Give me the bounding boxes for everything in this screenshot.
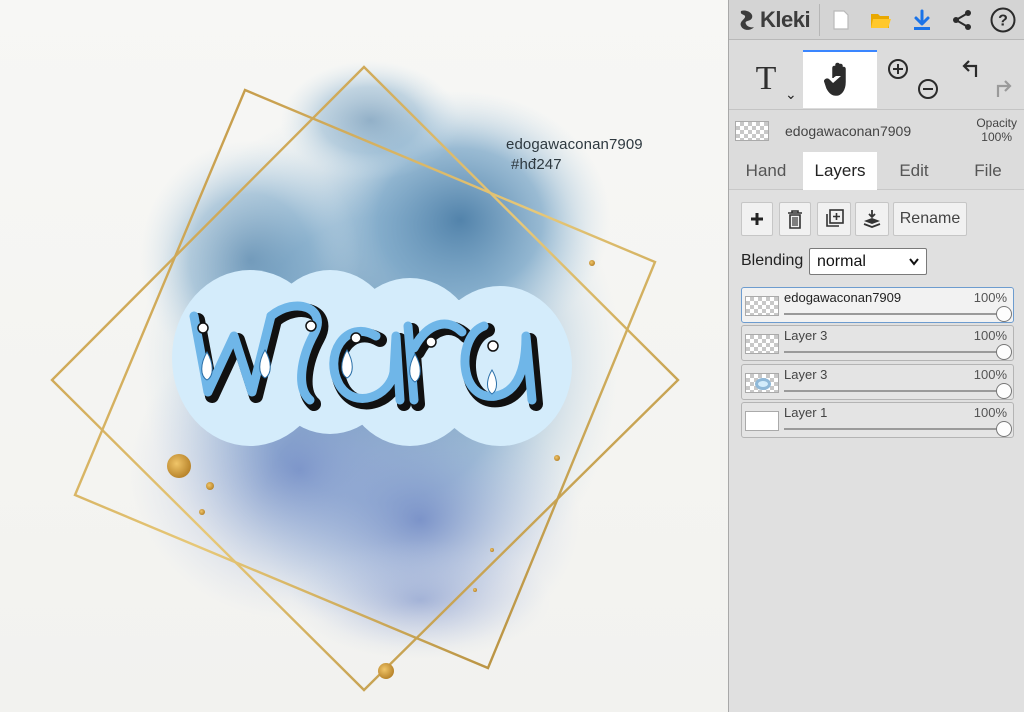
slider-knob[interactable]: [996, 344, 1012, 360]
kleki-app: edogawaconan7909 #hđ247 Kleki ? T ⌄ edog…: [0, 0, 1024, 712]
layer-name: Layer 3: [784, 328, 828, 343]
layer-name: Layer 1: [784, 405, 828, 420]
tab-edit[interactable]: Edit: [877, 152, 951, 190]
merge-down-button[interactable]: [855, 202, 889, 236]
merge-down-icon: [863, 210, 881, 228]
layer-opacity-slider[interactable]: [784, 344, 1012, 360]
layer-thumbnail: [745, 334, 779, 354]
redo-button[interactable]: [991, 78, 1013, 105]
slider-knob[interactable]: [996, 421, 1012, 437]
hand-icon: [824, 62, 846, 96]
blending-label: Blending: [741, 252, 804, 269]
layer-row[interactable]: Layer 3 100%: [741, 364, 1014, 400]
zoom-out-icon: [918, 79, 938, 99]
layer-opacity-slider[interactable]: [784, 421, 1012, 437]
opacity-label: Opacity: [976, 116, 1017, 130]
svg-text:?: ?: [998, 13, 1008, 30]
plus-icon: [751, 213, 763, 225]
canvas-caption-username: edogawaconan7909: [506, 136, 643, 153]
word-sticker: [172, 270, 572, 446]
blending-value: normal: [817, 253, 866, 270]
layer-opacity: 100%: [973, 328, 1007, 343]
trash-icon: [788, 210, 802, 229]
zoom-out-button[interactable]: [917, 78, 939, 105]
layer-opacity: 100%: [973, 290, 1007, 305]
open-file-button[interactable]: [863, 4, 899, 36]
layer-thumbnail-art: [755, 378, 771, 390]
zoom-in-icon: [888, 59, 908, 79]
layers-panel: Rename Blending normal edogawaconan7909 …: [729, 190, 1024, 712]
folder-icon: [871, 14, 891, 28]
layer-opacity-slider[interactable]: [784, 306, 1012, 322]
layer-row[interactable]: edogawaconan7909 100%: [741, 287, 1014, 323]
layer-name: edogawaconan7909: [784, 290, 902, 305]
hand-tool-button[interactable]: [803, 50, 877, 108]
opacity-value: 100%: [981, 130, 1012, 144]
layer-row[interactable]: Layer 3 100%: [741, 325, 1014, 361]
current-layer-thumbnail: [735, 121, 769, 141]
delete-layer-button[interactable]: [779, 202, 811, 236]
layer-thumbnail: [745, 296, 779, 316]
tab-hand[interactable]: Hand: [729, 152, 803, 190]
layer-thumbnail: [745, 411, 779, 431]
redo-icon: [996, 80, 1012, 97]
current-layer-opacity: Opacity 100%: [976, 116, 1017, 144]
undo-icon: [962, 60, 978, 77]
tab-file[interactable]: File: [951, 152, 1024, 190]
kleki-logo-icon: [740, 10, 754, 30]
layer-row[interactable]: Layer 1 100%: [741, 402, 1014, 438]
download-icon: [914, 9, 930, 30]
canvas-artwork: [50, 60, 680, 692]
chevron-down-icon: [909, 258, 919, 266]
text-tool-icon: T: [755, 60, 777, 97]
panel-tabs: Hand Layers Edit File: [729, 152, 1024, 190]
side-panel: Kleki ? T ⌄ edogawaconan7909 Opacity 100…: [728, 0, 1024, 712]
share-icon: [953, 10, 971, 30]
tool-selector: T ⌄: [729, 48, 1024, 110]
kleki-logo[interactable]: Kleki: [737, 6, 811, 34]
zoom-in-button[interactable]: [887, 58, 909, 85]
share-button[interactable]: [944, 4, 980, 36]
slider-knob[interactable]: [996, 306, 1012, 322]
new-page-icon: [833, 10, 849, 30]
layer-name: Layer 3: [784, 367, 828, 382]
duplicate-icon: [826, 209, 844, 227]
download-button[interactable]: [904, 4, 940, 36]
duplicate-layer-button[interactable]: [817, 202, 851, 236]
blending-select[interactable]: normal: [809, 248, 927, 275]
rename-layer-button[interactable]: Rename: [893, 202, 967, 236]
layer-thumbnail: [745, 373, 779, 393]
canvas-caption-tag: #hđ247: [511, 156, 562, 173]
app-name: Kleki: [760, 7, 811, 32]
slider-knob[interactable]: [996, 383, 1012, 399]
layer-opacity: 100%: [973, 367, 1007, 382]
help-icon: ?: [990, 7, 1016, 33]
new-image-button[interactable]: [823, 4, 859, 36]
help-button[interactable]: ?: [985, 4, 1021, 36]
current-layer-name: edogawaconan7909: [785, 123, 912, 139]
add-layer-button[interactable]: [741, 202, 773, 236]
text-tool-button[interactable]: T ⌄: [729, 50, 803, 108]
drawing-canvas[interactable]: edogawaconan7909 #hđ247: [0, 0, 728, 712]
chevron-down-icon[interactable]: ⌄: [785, 86, 797, 103]
top-toolbar: Kleki ?: [729, 0, 1024, 40]
tab-layers[interactable]: Layers: [803, 152, 877, 190]
layer-opacity: 100%: [973, 405, 1007, 420]
undo-button[interactable]: [961, 58, 983, 85]
toolbar-divider: [819, 4, 820, 36]
layer-opacity-slider[interactable]: [784, 383, 1012, 399]
current-layer-info: edogawaconan7909 Opacity 100%: [729, 112, 1024, 152]
